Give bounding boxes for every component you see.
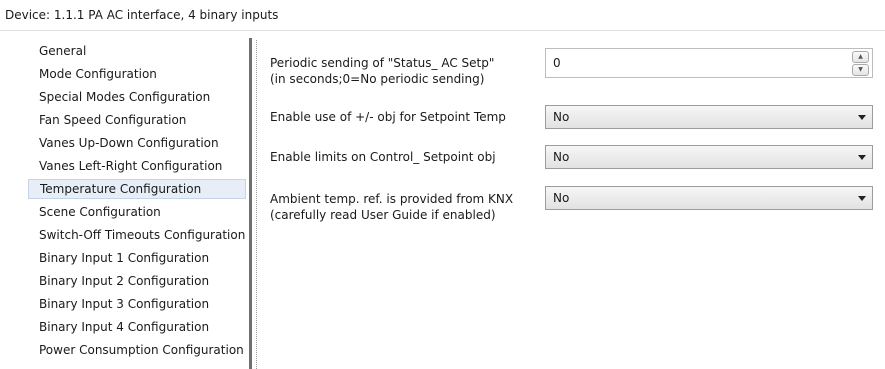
nav-item-vanes-left-right-configuration[interactable]: Vanes Left-Right Configuration <box>28 156 246 176</box>
nav-item-binary-input-2-configuration[interactable]: Binary Input 2 Configuration <box>28 271 246 291</box>
enable-pm-obj-select[interactable]: No <box>545 105 873 129</box>
nav-item-binary-input-4-configuration[interactable]: Binary Input 4 Configuration <box>28 317 246 337</box>
nav-item-switch-off-timeouts-configuration[interactable]: Switch-Off Timeouts Configuration <box>28 225 246 245</box>
periodic-sending-label: Periodic sending of "Status_ AC Setp" (i… <box>270 55 494 87</box>
nav-item-binary-input-1-configuration[interactable]: Binary Input 1 Configuration <box>28 248 246 268</box>
chevron-down-icon <box>858 115 866 120</box>
parameter-nav: General Mode Configuration Special Modes… <box>0 31 249 369</box>
enable-limits-select[interactable]: No <box>545 145 873 169</box>
periodic-sending-value[interactable]: 0 <box>553 56 561 70</box>
parameter-panel: Periodic sending of "Status_ AC Setp" (i… <box>258 31 885 369</box>
ambient-ref-label-line2: (carefully read User Guide if enabled) <box>270 208 496 222</box>
nav-item-power-consumption-configuration[interactable]: Power Consumption Configuration <box>28 340 246 360</box>
enable-limits-value: No <box>553 150 570 164</box>
nav-item-fan-speed-configuration[interactable]: Fan Speed Configuration <box>28 110 246 130</box>
nav-item-special-modes-configuration[interactable]: Special Modes Configuration <box>28 87 246 107</box>
nav-item-scene-configuration[interactable]: Scene Configuration <box>28 202 246 222</box>
chevron-down-icon <box>858 196 866 201</box>
nav-item-general[interactable]: General <box>28 41 246 61</box>
nav-item-temperature-configuration[interactable]: Temperature Configuration <box>28 179 246 199</box>
ambient-ref-select[interactable]: No <box>545 186 873 210</box>
ambient-ref-label-line1: Ambient temp. ref. is provided from KNX <box>270 192 514 206</box>
spin-up-icon[interactable]: ▲ <box>852 51 869 63</box>
ambient-ref-label: Ambient temp. ref. is provided from KNX … <box>270 191 513 223</box>
device-title-bar: Device: 1.1.1 PA AC interface, 4 binary … <box>0 0 885 31</box>
spin-down-icon[interactable]: ▼ <box>852 64 869 76</box>
nav-item-vanes-up-down-configuration[interactable]: Vanes Up-Down Configuration <box>28 133 246 153</box>
nav-item-mode-configuration[interactable]: Mode Configuration <box>28 64 246 84</box>
periodic-sending-label-line1: Periodic sending of "Status_ AC Setp" <box>270 56 495 70</box>
periodic-sending-spinbox[interactable]: 0 ▲ ▼ <box>545 48 873 78</box>
enable-limits-label: Enable limits on Control_ Setpoint obj <box>270 150 496 164</box>
nav-item-binary-input-3-configuration[interactable]: Binary Input 3 Configuration <box>28 294 246 314</box>
chevron-down-icon <box>858 155 866 160</box>
device-title: Device: 1.1.1 PA AC interface, 4 binary … <box>5 8 279 22</box>
enable-pm-obj-value: No <box>553 110 570 124</box>
panel-splitter[interactable] <box>249 38 252 369</box>
periodic-sending-label-line2: (in seconds;0=No periodic sending) <box>270 72 485 86</box>
enable-pm-obj-label: Enable use of +/- obj for Setpoint Temp <box>270 110 506 124</box>
ambient-ref-value: No <box>553 191 570 205</box>
